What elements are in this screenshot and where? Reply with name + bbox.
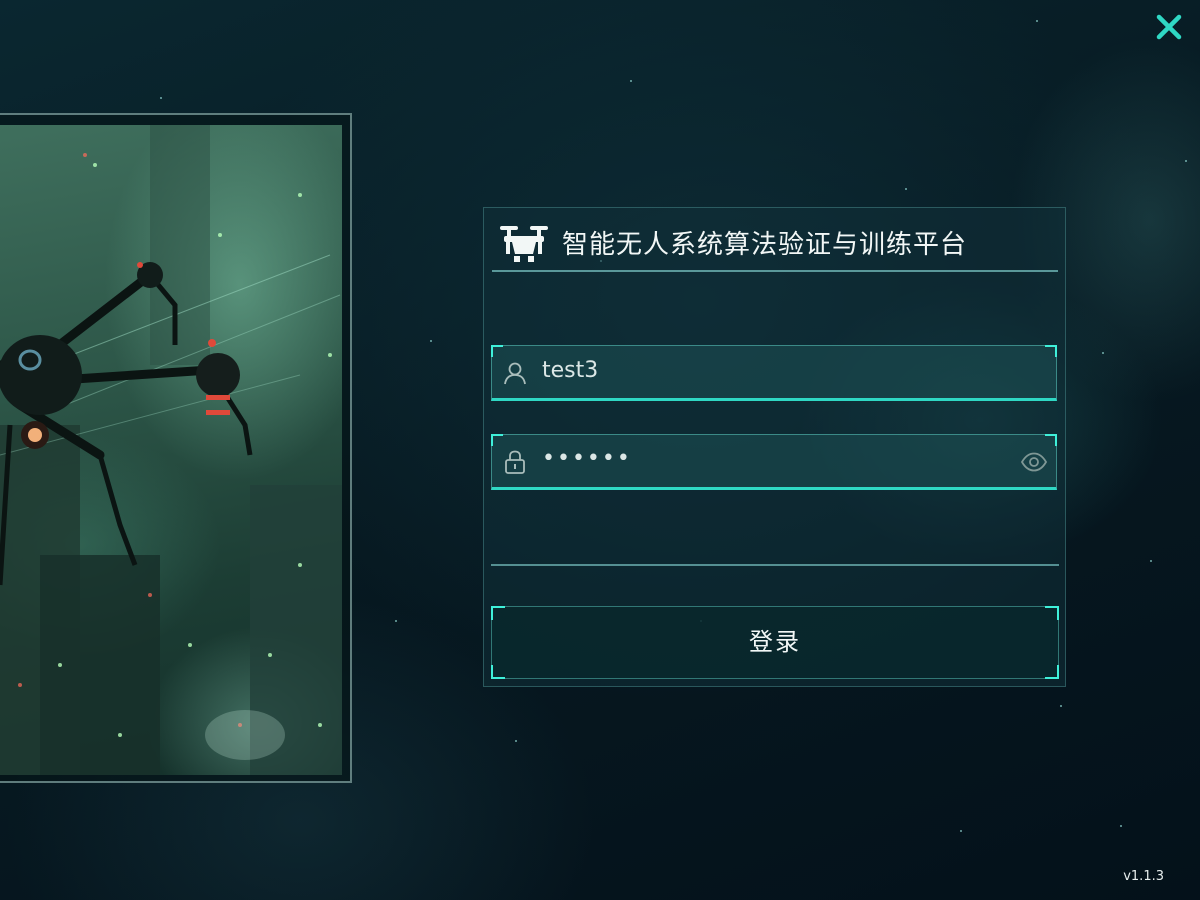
password-input[interactable]: •••••• <box>542 446 632 471</box>
version-label: v1.1.3 <box>1123 869 1164 884</box>
login-button[interactable]: 登录 <box>491 606 1059 679</box>
panel-header: 智能无人系统算法验证与训练平台 <box>492 220 1058 272</box>
close-icon <box>1156 14 1182 40</box>
button-corner <box>1045 606 1059 620</box>
username-input[interactable]: test3 <box>542 358 598 383</box>
button-corner <box>491 665 505 679</box>
form-divider <box>491 564 1059 566</box>
hero-image-frame <box>0 113 352 783</box>
lock-icon <box>505 450 525 474</box>
button-corner <box>1045 665 1059 679</box>
eye-icon[interactable] <box>1020 451 1048 473</box>
drone-artwork <box>0 125 342 775</box>
login-panel: 智能无人系统算法验证与训练平台 test3 •••••• 登录 <box>483 207 1066 687</box>
login-screen: 智能无人系统算法验证与训练平台 test3 •••••• 登录 v1.1.3 <box>0 0 1200 900</box>
drone-icon <box>500 226 548 262</box>
close-button[interactable] <box>1152 10 1186 44</box>
login-button-label: 登录 <box>749 628 801 656</box>
password-field[interactable]: •••••• <box>491 434 1057 490</box>
page-title: 智能无人系统算法验证与训练平台 <box>562 230 968 260</box>
user-icon <box>504 362 526 385</box>
username-field[interactable]: test3 <box>491 345 1057 401</box>
button-corner <box>491 606 505 620</box>
